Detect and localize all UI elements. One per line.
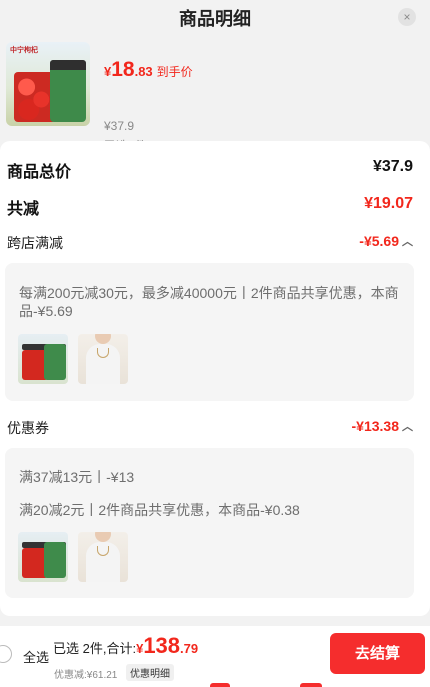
price-decimal: .83 [134, 64, 153, 79]
product-thumb-goji[interactable] [18, 532, 68, 582]
discount-row: 共减 ¥19.07 [7, 195, 413, 218]
saved-amount: 优惠减:¥61.21 [54, 670, 118, 681]
discount-detail-link[interactable]: 优惠明细 [126, 664, 174, 681]
green-jar-graphic [50, 60, 86, 122]
selected-summary: 已选 2件,合计: [53, 641, 137, 656]
checkout-button[interactable]: 去结算 [330, 633, 425, 674]
cross-store-label: 跨店满减 [7, 235, 63, 251]
coupon-label: 优惠券 [7, 420, 49, 436]
select-all-radio[interactable] [0, 645, 12, 663]
cross-store-value: -¥5.69 ︿ [359, 233, 413, 249]
product-image[interactable]: 中宁枸杞 [6, 42, 90, 126]
product-summary: 中宁枸杞 ¥18.83到手价 ¥37.9 已选1件 [0, 36, 430, 153]
chevron-up-icon[interactable]: ︿ [402, 233, 413, 249]
product-thumb-necklace[interactable] [78, 334, 128, 384]
price-tag: 到手价 [156, 65, 193, 79]
coupon-rule-2: 满20减2元丨2件商品共享优惠，本商品-¥0.38 [19, 502, 300, 518]
page-title: 商品明细 [179, 9, 251, 29]
price-integer: 18 [111, 58, 135, 81]
coupon-row[interactable]: 优惠券 -¥13.38 ︿ [7, 418, 413, 440]
brand-logo: 中宁枸杞 [10, 46, 38, 54]
total-integer: 138 [143, 633, 181, 658]
coupon-rule-1: 满37减13元丨-¥13 [19, 469, 135, 485]
total-price-value: ¥37.9 [372, 158, 413, 175]
chevron-up-icon[interactable]: ︿ [402, 418, 413, 434]
final-price: ¥18.83 到手价 [104, 58, 193, 82]
cross-store-detail: 每满200元减30元，最多减40000元丨2件商品共享优惠，本商品-¥5.69 [5, 263, 414, 401]
coupon-value: -¥13.38 ︿ [351, 418, 413, 434]
cross-store-row[interactable]: 跨店满减 -¥5.69 ︿ [7, 233, 413, 255]
select-all-label[interactable]: 全选 [23, 647, 49, 666]
total-price-row: 商品总价 ¥37.9 [7, 158, 413, 181]
coupon-detail: 满37减13元丨-¥13 满20减2元丨2件商品共享优惠，本商品-¥0.38 [5, 448, 414, 598]
close-icon[interactable]: × [398, 8, 416, 26]
checkout-bar: 全选 已选 2件,合计:¥138.79 优惠减:¥61.21 优惠明细 去结算 [0, 626, 430, 687]
discount-label: 共减 [7, 201, 40, 218]
original-price: ¥37.9 [104, 119, 135, 133]
product-thumb-goji[interactable] [18, 334, 68, 384]
cross-store-rule: 每满200元减30元，最多减40000元丨2件商品共享优惠，本商品-¥5.69 [19, 285, 399, 319]
order-total: 已选 2件,合计:¥138.79 [53, 633, 198, 659]
tab-badge [300, 683, 322, 687]
discount-value: ¥19.07 [364, 195, 413, 212]
price-breakdown-card: 商品总价 ¥37.9 共减 ¥19.07 跨店满减 -¥5.69 ︿ 每满200元… [0, 141, 430, 616]
total-decimal: .79 [180, 641, 199, 656]
tab-badge [210, 683, 230, 687]
header: 商品明细 × [0, 0, 430, 34]
product-thumb-necklace[interactable] [78, 532, 128, 582]
total-price-label: 商品总价 [7, 164, 72, 181]
